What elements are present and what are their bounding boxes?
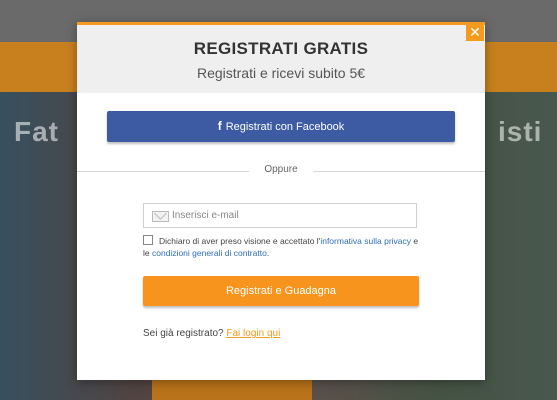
divider-line-right (313, 171, 485, 172)
mail-icon (152, 211, 169, 222)
close-icon[interactable]: ✕ (466, 23, 484, 41)
login-link[interactable]: Fai login qui (226, 328, 280, 339)
login-prompt: Sei già registrato? (143, 328, 224, 339)
registration-modal: REGISTRATI GRATIS Registrati e ricevi su… (77, 22, 485, 380)
email-input[interactable] (172, 204, 412, 227)
register-earn-button[interactable]: Registrati e Guadagna (143, 276, 419, 306)
terms-text-before: Dichiaro di aver preso visione e accetta… (159, 236, 321, 246)
facebook-icon: f (217, 119, 222, 133)
privacy-policy-link[interactable]: informativa sulla privacy (320, 236, 411, 246)
modal-header: REGISTRATI GRATIS Registrati e ricevi su… (77, 25, 485, 93)
login-row: Sei già registrato? Fai login qui (143, 328, 280, 339)
facebook-register-button[interactable]: f Registrati con Facebook (107, 111, 455, 142)
facebook-button-label: Registrati con Facebook (225, 121, 345, 133)
email-field[interactable] (143, 203, 417, 228)
terms-text: Dichiaro di aver preso visione e accetta… (143, 235, 423, 259)
terms-text-after: . (266, 248, 270, 258)
background-hero-text-right: isti (498, 116, 543, 147)
modal-subtitle: Registrati e ricevi subito 5€ (196, 65, 366, 81)
background-hero-text-left: Fat (14, 116, 59, 147)
terms-conditions-link[interactable]: condizioni generali di contratto (152, 248, 267, 258)
divider-text: Oppure (264, 164, 298, 175)
modal-title: REGISTRATI GRATIS (193, 39, 369, 58)
divider-line-left (77, 171, 249, 172)
